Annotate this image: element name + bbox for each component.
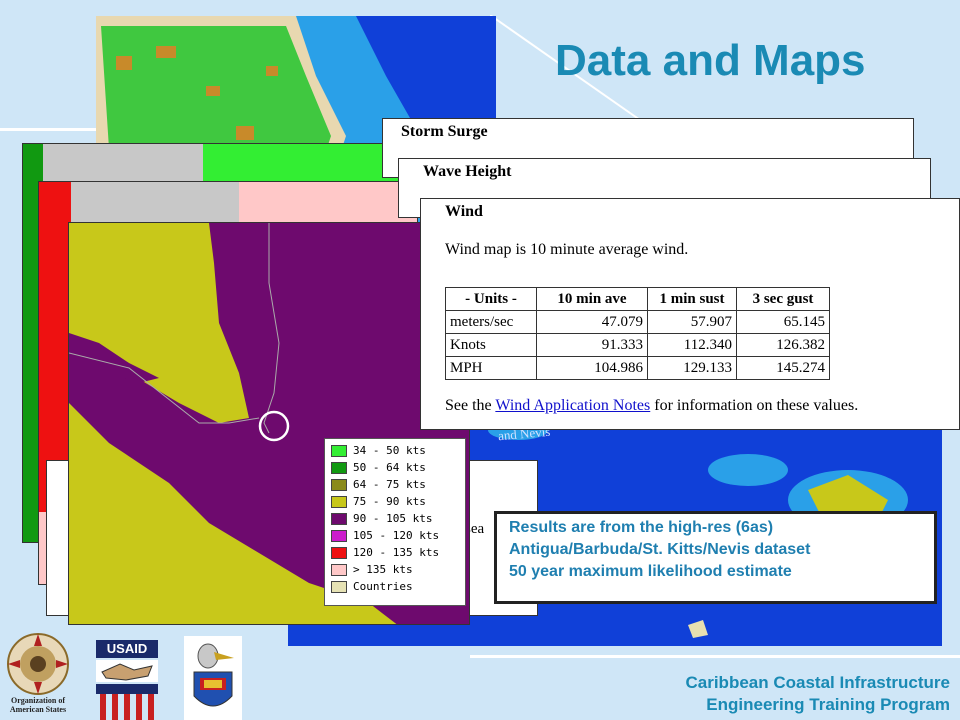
table-header-cell: 10 min ave <box>536 287 648 311</box>
oas-logo: Organization of American States <box>2 632 74 720</box>
legend-item: 105 - 120 kts <box>325 527 465 544</box>
usaid-label: USAID <box>96 640 158 658</box>
slide-title: Data and Maps <box>555 36 866 85</box>
table-cell: 91.333 <box>536 333 648 357</box>
legend-item: Countries <box>325 578 465 595</box>
wind-application-notes-link[interactable]: Wind Application Notes <box>495 397 650 414</box>
legend-swatch <box>331 444 347 457</box>
table-cell: 112.340 <box>647 333 737 357</box>
footer-line-2: Engineering Training Program <box>706 695 950 714</box>
wind-note: See the Wind Application Notes for infor… <box>445 397 858 415</box>
legend-item: 64 - 75 kts <box>325 476 465 493</box>
footer-line-1: Caribbean Coastal Infrastructure <box>685 673 950 692</box>
map-legend: 34 - 50 kts 50 - 64 kts 64 - 75 kts 75 -… <box>324 438 466 606</box>
wave-height-title: Wave Height <box>423 163 512 180</box>
table-row: Knots 91.333 112.340 126.382 <box>445 333 830 357</box>
table-cell: 145.274 <box>736 356 830 380</box>
results-line-3: 50 year maximum likelihood estimate <box>509 563 792 580</box>
table-cell: 57.907 <box>647 310 737 334</box>
table-cell: 47.079 <box>536 310 648 334</box>
legend-item: > 135 kts <box>325 561 465 578</box>
table-header-cell: 1 min sust <box>647 287 737 311</box>
legend-item: 75 - 90 kts <box>325 493 465 510</box>
table-header-cell: - Units - <box>445 287 537 311</box>
wind-title: Wind <box>445 203 483 220</box>
wind-units-table: - Units - 10 min ave 1 min sust 3 sec gu… <box>445 287 830 380</box>
legend-swatch <box>331 529 347 542</box>
table-row: meters/sec 47.079 57.907 65.145 <box>445 310 830 334</box>
legend-item: 120 - 135 kts <box>325 544 465 561</box>
wind-description: Wind map is 10 minute average wind. <box>445 241 689 258</box>
legend-swatch <box>331 512 347 525</box>
wind-popup[interactable]: Wind Wind map is 10 minute average wind.… <box>420 198 960 430</box>
oas-label: Organization of American States <box>9 696 67 714</box>
decorative-line-bottom <box>470 655 960 658</box>
table-cell: 126.382 <box>736 333 830 357</box>
table-header-cell: 3 sec gust <box>736 287 830 311</box>
table-cell: 65.145 <box>736 310 830 334</box>
decorative-line-top <box>0 128 100 131</box>
table-cell: 104.986 <box>536 356 648 380</box>
table-cell: MPH <box>445 356 537 380</box>
results-line-1: Results are from the high-res (6as) <box>509 519 774 536</box>
legend-swatch <box>331 478 347 491</box>
legend-swatch <box>331 461 347 474</box>
legend-item: 90 - 105 kts <box>325 510 465 527</box>
table-row: MPH 104.986 129.133 145.274 <box>445 356 830 380</box>
legend-item: 34 - 50 kts <box>325 442 465 459</box>
legend-swatch <box>331 580 347 593</box>
wind-note-suffix: for information on these values. <box>650 397 859 414</box>
table-cell: 129.133 <box>647 356 737 380</box>
table-cell: meters/sec <box>445 310 537 334</box>
results-line-2: Antigua/Barbuda/St. Kitts/Nevis dataset <box>509 541 811 558</box>
footer-text: Caribbean Coastal Infrastructure Enginee… <box>685 672 950 716</box>
usaid-logo: USAID <box>96 640 158 720</box>
storm-surge-title: Storm Surge <box>401 123 488 140</box>
table-header-row: - Units - 10 min ave 1 min sust 3 sec gu… <box>445 287 830 311</box>
university-crest-logo <box>184 636 242 720</box>
legend-item: 50 - 64 kts <box>325 459 465 476</box>
legend-swatch <box>331 546 347 559</box>
legend-swatch <box>331 563 347 576</box>
wind-note-prefix: See the <box>445 397 496 414</box>
results-box: Results are from the high-res (6as) Anti… <box>494 511 937 604</box>
table-cell: Knots <box>445 333 537 357</box>
legend-swatch <box>331 495 347 508</box>
